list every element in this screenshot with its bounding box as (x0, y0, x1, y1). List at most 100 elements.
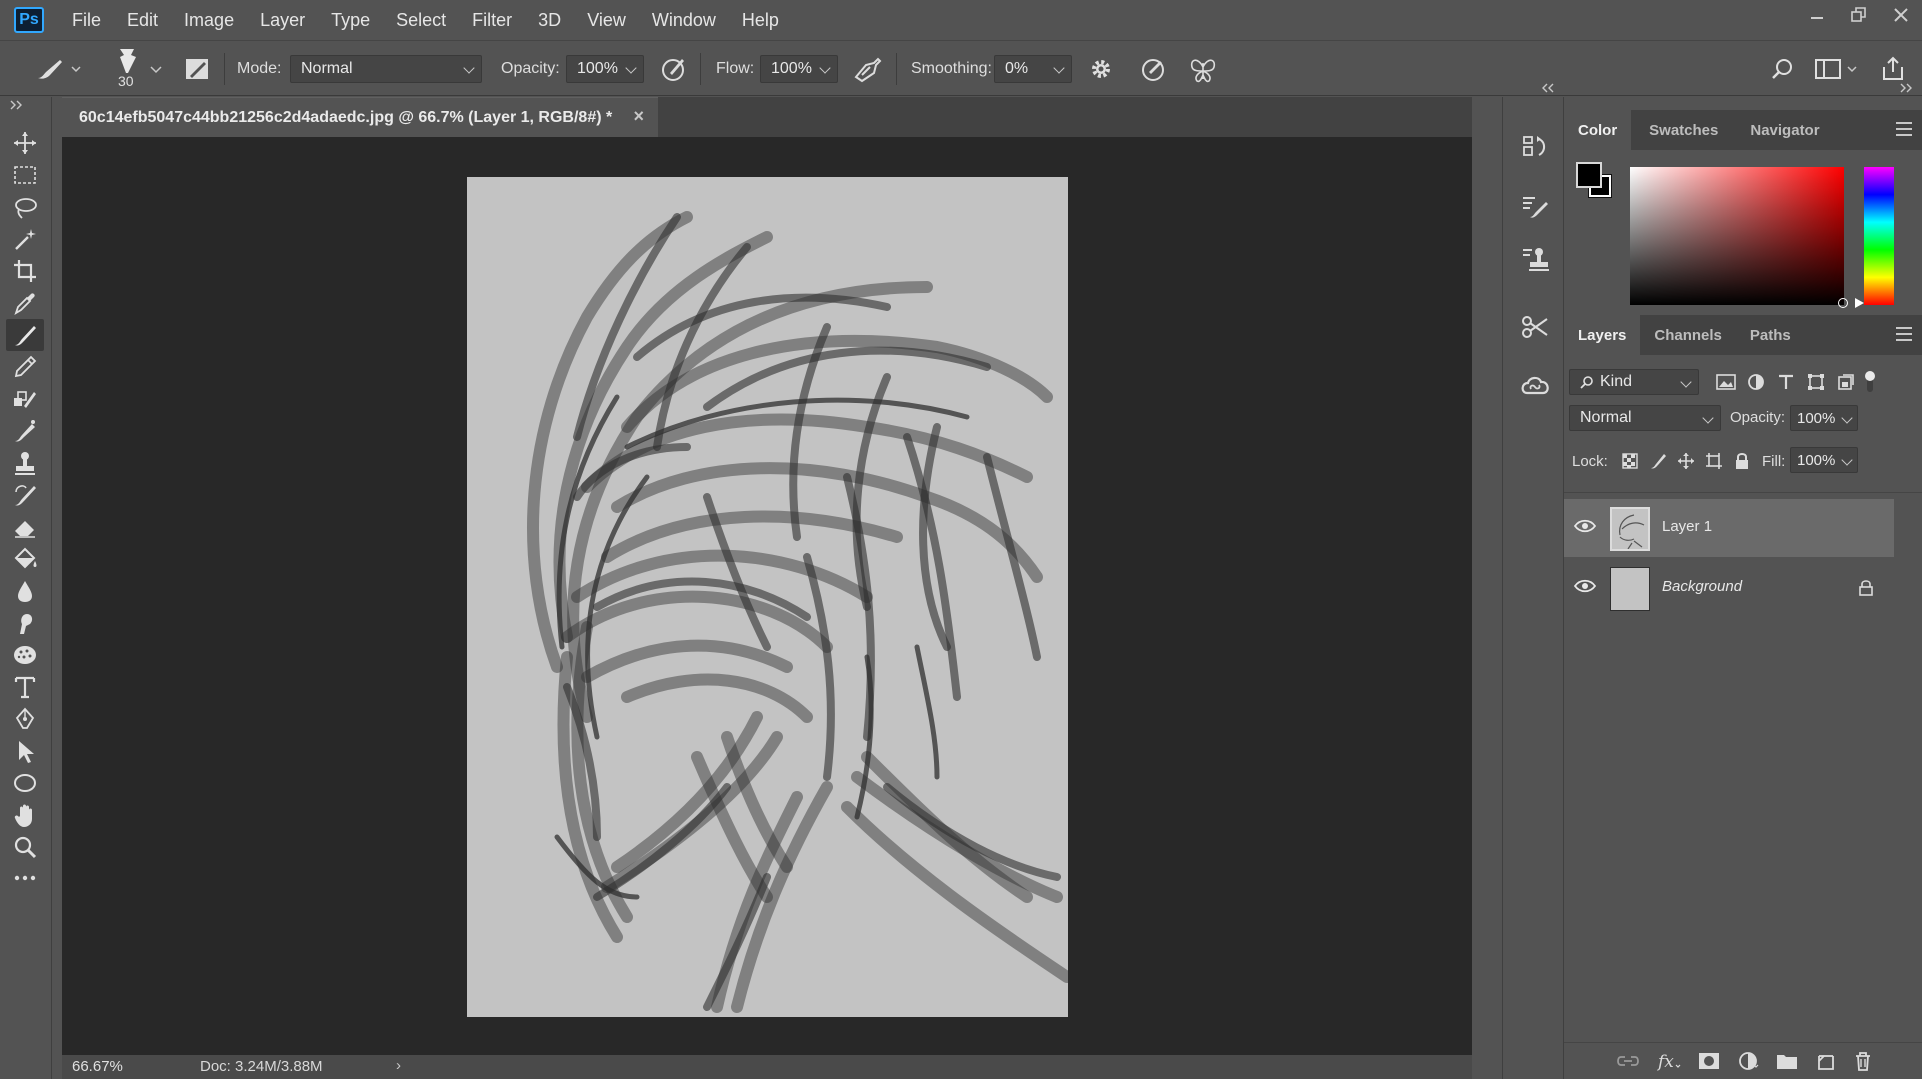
menu-view[interactable]: View (587, 10, 626, 31)
layer-opacity-input[interactable]: 100% (1790, 405, 1858, 431)
filter-shape-layers-button[interactable] (1804, 371, 1828, 393)
menu-type[interactable]: Type (331, 10, 370, 31)
blur-tool-button[interactable] (6, 575, 44, 607)
lock-all-button[interactable] (1730, 449, 1754, 473)
menu-layer[interactable]: Layer (260, 10, 305, 31)
tab-navigator[interactable]: Navigator (1732, 110, 1833, 150)
document-tab[interactable]: 60c14efb5047c44bb21256c2d4adaedc.jpg @ 6… (62, 97, 658, 137)
saturation-brightness-field[interactable] (1630, 167, 1844, 305)
brush-settings-panel-button[interactable] (1515, 187, 1555, 227)
link-icon[interactable] (1616, 1053, 1640, 1069)
panel-menu-icon[interactable] (1896, 122, 1912, 136)
hue-slider-handle[interactable] (1854, 297, 1866, 309)
filter-pixel-layers-button[interactable] (1714, 371, 1738, 393)
layer-filter-dropdown[interactable]: Kind (1569, 369, 1699, 395)
eye-icon[interactable] (1574, 519, 1596, 533)
pressure-opacity-button[interactable] (660, 41, 688, 97)
layer-row-layer-1[interactable]: Layer 1 (1564, 499, 1894, 557)
collapse-toolbar-icon[interactable] (10, 100, 24, 110)
path-selection-button[interactable] (6, 735, 44, 767)
flow-input[interactable]: 100% (760, 55, 838, 83)
pen-tool-button[interactable] (6, 703, 44, 735)
adjustment-layer-icon[interactable] (1738, 1051, 1760, 1071)
tool-presets-panel-button[interactable] (1515, 307, 1555, 347)
lock-image-pixels-button[interactable] (1646, 449, 1670, 473)
filter-adjustment-layers-button[interactable] (1744, 371, 1768, 393)
menu-3d[interactable]: 3D (538, 10, 561, 31)
paint-bucket-button[interactable] (6, 543, 44, 575)
eyedropper-button[interactable] (6, 287, 44, 319)
hand-tool-button[interactable] (6, 799, 44, 831)
zoom-level[interactable]: 66.67% (72, 1058, 123, 1075)
layer-row-background[interactable]: Background (1564, 559, 1894, 617)
trash-icon[interactable] (1854, 1051, 1872, 1071)
tab-layers[interactable]: Layers (1564, 315, 1641, 355)
stamp-tool-button[interactable] (6, 447, 44, 479)
zoom-tool-button[interactable] (6, 831, 44, 863)
new-layer-icon[interactable] (1816, 1051, 1836, 1071)
lock-position-button[interactable] (1674, 449, 1698, 473)
hue-slider[interactable] (1864, 167, 1894, 305)
status-menu-arrow[interactable]: › (396, 1057, 401, 1074)
magic-wand-button[interactable] (6, 223, 44, 255)
search-button[interactable] (1770, 41, 1796, 97)
restore-icon[interactable] (1838, 0, 1880, 30)
symmetry-button[interactable] (1188, 41, 1218, 97)
brush-panel-toggle[interactable] (184, 41, 210, 97)
lock-artboard-button[interactable] (1702, 449, 1726, 473)
menu-file[interactable]: File (72, 10, 101, 31)
sponge-tool-button[interactable] (6, 639, 44, 671)
close-tab-icon[interactable]: × (633, 106, 644, 127)
tab-color[interactable]: Color (1564, 110, 1632, 150)
close-icon[interactable] (1880, 0, 1922, 30)
clone-source-panel-button[interactable] (1515, 239, 1555, 279)
canvas-area[interactable] (62, 137, 1472, 1055)
workspace-switcher[interactable] (1814, 41, 1860, 97)
smoothing-input[interactable]: 0% (994, 55, 1072, 83)
airbrush-button[interactable] (852, 41, 882, 97)
menu-filter[interactable]: Filter (472, 10, 512, 31)
marquee-tool-button[interactable] (6, 159, 44, 191)
fx-icon[interactable]: fx (1656, 1051, 1682, 1071)
menu-help[interactable]: Help (742, 10, 779, 31)
smoothing-options-button[interactable] (1088, 41, 1114, 97)
tab-paths[interactable]: Paths (1736, 315, 1805, 355)
layer-mask-icon[interactable] (1698, 1052, 1720, 1070)
brush-tool-button[interactable] (6, 319, 44, 351)
libraries-panel-button[interactable] (1515, 365, 1555, 405)
ellipse-tool-button[interactable] (6, 767, 44, 799)
type-tool-button[interactable] (6, 671, 44, 703)
more-tools-button[interactable] (6, 862, 44, 894)
expand-panels-icon[interactable] (1900, 83, 1914, 93)
eye-icon[interactable] (1574, 579, 1596, 593)
history-panel-button[interactable] (1515, 127, 1555, 167)
lock-transparent-pixels-button[interactable] (1618, 449, 1642, 473)
filter-type-layers-button[interactable] (1774, 371, 1798, 393)
lasso-tool-button[interactable] (6, 191, 44, 223)
smudge-tool-button[interactable] (6, 607, 44, 639)
pencil-tool-button[interactable] (6, 351, 44, 383)
eraser-tool-button[interactable] (6, 511, 44, 543)
collapse-dock-icon[interactable] (1541, 83, 1555, 93)
layer-fill-input[interactable]: 100% (1790, 447, 1858, 473)
document-canvas[interactable] (467, 177, 1068, 1017)
color-replacement-button[interactable] (6, 383, 44, 415)
mixer-brush-button[interactable] (6, 415, 44, 447)
pressure-size-button[interactable] (1140, 41, 1168, 97)
layer-blend-mode-dropdown[interactable]: Normal (1569, 405, 1721, 431)
menu-edit[interactable]: Edit (127, 10, 158, 31)
foreground-color-swatch[interactable] (1576, 162, 1602, 188)
filter-toggle[interactable] (1862, 369, 1878, 395)
crop-tool-button[interactable] (6, 255, 44, 287)
minimize-icon[interactable] (1796, 0, 1838, 30)
opacity-input[interactable]: 100% (566, 55, 644, 83)
history-brush-button[interactable] (6, 479, 44, 511)
tab-channels[interactable]: Channels (1640, 315, 1736, 355)
folder-icon[interactable] (1776, 1052, 1798, 1070)
filter-smart-objects-button[interactable] (1834, 371, 1858, 393)
tool-preset-picker[interactable] (32, 41, 82, 97)
menu-window[interactable]: Window (652, 10, 716, 31)
menu-select[interactable]: Select (396, 10, 446, 31)
panel-menu-icon[interactable] (1896, 327, 1912, 341)
menu-image[interactable]: Image (184, 10, 234, 31)
